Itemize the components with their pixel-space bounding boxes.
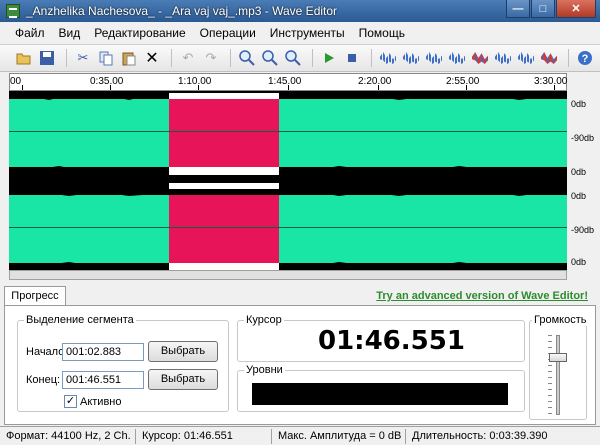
zoom-out-icon[interactable] xyxy=(260,48,280,68)
toolbar-separator xyxy=(312,49,313,67)
volume-groupbox: Громкость xyxy=(529,314,589,420)
volume-slider[interactable] xyxy=(549,352,567,362)
save-icon[interactable] xyxy=(37,48,57,68)
waveform-view[interactable] xyxy=(9,91,567,270)
minimize-button[interactable]: — xyxy=(506,0,530,18)
advanced-version-link[interactable]: Try an advanced version of Wave Editor! xyxy=(376,290,588,302)
ruler-label: 2:55.00 xyxy=(446,76,480,87)
fade-out-icon[interactable] xyxy=(447,48,467,68)
ruler-label: 0:35.00 xyxy=(90,76,124,87)
app-icon xyxy=(6,4,20,18)
status-duration: Длительность: 0:03:39.390 xyxy=(412,429,548,442)
zoom-in-icon[interactable] xyxy=(237,48,257,68)
levels-groupbox: Уровни xyxy=(237,364,525,412)
tab-strip: Прогресс Try an advanced version of Wave… xyxy=(0,286,600,306)
svg-text:?: ? xyxy=(582,53,589,65)
redo-icon[interactable]: ↷ xyxy=(201,48,221,68)
end-field[interactable]: 001:46.551 xyxy=(62,371,144,389)
close-button[interactable]: ✕ xyxy=(556,0,596,18)
start-field[interactable]: 001:02.883 xyxy=(62,343,144,361)
active-checkbox[interactable]: ✓ xyxy=(64,395,77,408)
db-label: -90db xyxy=(571,133,595,143)
toolbar-separator xyxy=(66,49,67,67)
toolbar-separator xyxy=(230,49,231,67)
progress-panel: Выделение сегмента Начало: 001:02.883 Вы… xyxy=(4,305,596,425)
toolbar-separator xyxy=(568,49,569,67)
menu-view[interactable]: Вид xyxy=(52,22,88,44)
ruler-label: 00 xyxy=(10,76,22,87)
db-label: 0db xyxy=(571,99,587,109)
volume-ticks xyxy=(548,335,552,415)
fade-in-icon[interactable] xyxy=(424,48,444,68)
cursor-groupbox: Курсор 01:46.551 xyxy=(237,314,525,362)
status-max-amplitude: Макс. Амплитуда = 0 dB xyxy=(272,428,406,444)
select-start-button[interactable]: Выбрать xyxy=(148,341,218,362)
window-controls: — □ ✕ xyxy=(505,0,596,18)
ruler-label: 2:20.00 xyxy=(358,76,392,87)
play-icon[interactable] xyxy=(319,48,339,68)
silence-icon[interactable] xyxy=(470,48,490,68)
toolbar-separator xyxy=(171,49,172,67)
undo-icon[interactable]: ↶ xyxy=(178,48,198,68)
cut-icon[interactable]: ✂ xyxy=(73,48,93,68)
menu-help[interactable]: Помощь xyxy=(352,22,412,44)
zoom-fit-icon[interactable] xyxy=(283,48,303,68)
tab-progress[interactable]: Прогресс xyxy=(4,286,66,306)
invert-icon[interactable] xyxy=(516,48,536,68)
copy-icon[interactable] xyxy=(96,48,116,68)
help-icon[interactable]: ? xyxy=(575,48,595,68)
db-label: 0db xyxy=(571,167,587,177)
cursor-time: 01:46.551 xyxy=(318,326,465,356)
ruler-label: 1:10.00 xyxy=(178,76,212,87)
status-format: Формат: 44100 Hz, 2 Ch. xyxy=(0,428,136,444)
volume-track xyxy=(556,335,560,415)
stop-icon[interactable] xyxy=(342,48,362,68)
paste-icon[interactable] xyxy=(119,48,139,68)
delete-icon[interactable]: ✕ xyxy=(142,48,162,68)
segment-groupbox: Выделение сегмента Начало: 001:02.883 Вы… xyxy=(17,314,229,412)
level-meter xyxy=(252,383,508,405)
amplify-icon[interactable] xyxy=(378,48,398,68)
open-icon[interactable] xyxy=(14,48,34,68)
cursor-title: Курсор xyxy=(244,314,284,326)
status-cursor: Курсор: 01:46.551 xyxy=(136,428,272,444)
volume-title: Громкость xyxy=(532,314,589,326)
db-scale: 0db -90db 0db 0db -90db 0db xyxy=(567,91,600,270)
window-title: _Anzhelika Nachesova_ - _Ara vaj vaj_.mp… xyxy=(26,4,338,18)
maximize-button[interactable]: □ xyxy=(531,0,555,18)
menu-tools[interactable]: Инструменты xyxy=(263,22,352,44)
db-label: -90db xyxy=(571,225,595,235)
normalize-icon[interactable] xyxy=(401,48,421,68)
active-label: Активно xyxy=(80,396,122,408)
reverse-icon[interactable] xyxy=(493,48,513,68)
segment-title: Выделение сегмента xyxy=(24,314,136,326)
menu-file[interactable]: Файл xyxy=(8,22,52,44)
insert-silence-icon[interactable] xyxy=(539,48,559,68)
menu-edit[interactable]: Редактирование xyxy=(87,22,192,44)
toolbar: ✂ ✕ ↶ ↷ ? xyxy=(0,44,600,72)
menu-operations[interactable]: Операции xyxy=(193,22,263,44)
ruler-label: 1:45.00 xyxy=(268,76,302,87)
title-bar: _Anzhelika Nachesova_ - _Ara vaj vaj_.mp… xyxy=(0,0,600,22)
levels-title: Уровни xyxy=(244,364,285,376)
time-ruler[interactable]: 00 0:35.00 1:10.00 1:45.00 2:20.00 2:55.… xyxy=(9,73,567,91)
db-label: 0db xyxy=(571,191,587,201)
toolbar-separator xyxy=(371,49,372,67)
status-bar: Формат: 44100 Hz, 2 Ch. Курсор: 01:46.55… xyxy=(0,426,600,445)
ruler-label: 3:30.00 xyxy=(534,76,568,87)
menu-bar: Файл Вид Редактирование Операции Инструм… xyxy=(0,22,600,44)
db-label: 0db xyxy=(571,257,587,267)
end-label: Конец: xyxy=(26,374,61,386)
horizontal-scrollbar[interactable] xyxy=(9,270,567,280)
select-end-button[interactable]: Выбрать xyxy=(148,369,218,390)
